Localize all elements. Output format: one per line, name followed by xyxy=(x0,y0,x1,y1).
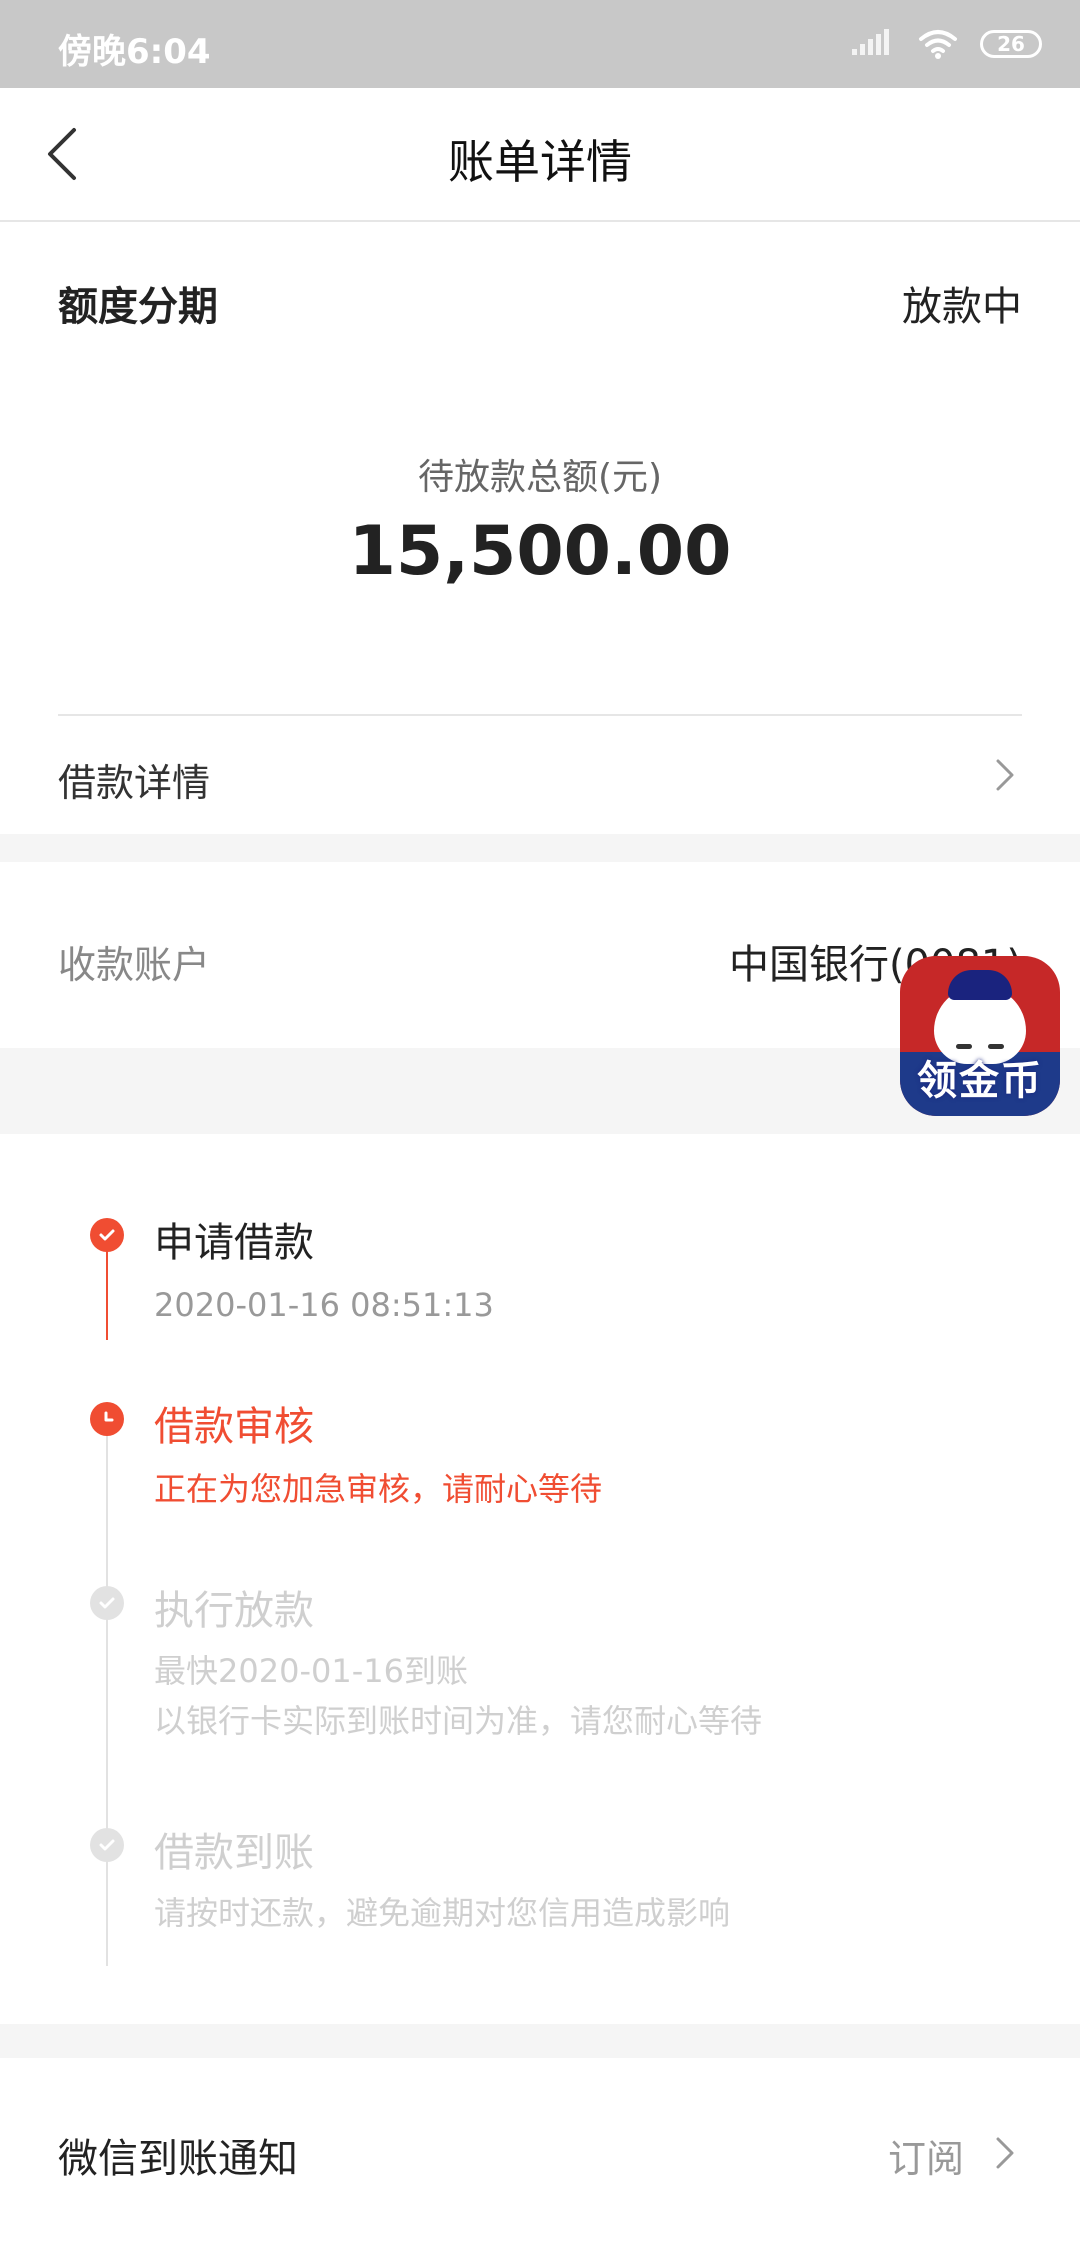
step-subtitle: 请按时还款，避免逾期对您信用造成影响 xyxy=(154,1894,731,1932)
coin-reward-badge[interactable]: 领金币 xyxy=(900,956,1060,1116)
account-label: 收款账户 xyxy=(58,943,211,987)
wechat-notify-label: 微信到账通知 xyxy=(58,2136,298,2182)
chevron-right-icon xyxy=(996,2137,1014,2169)
battery-icon: 26 xyxy=(980,30,1042,58)
chevron-right-icon xyxy=(996,759,1014,791)
badge-text: 领金币 xyxy=(917,1058,1043,1104)
loan-details-row[interactable]: 借款详情 xyxy=(0,716,1080,834)
check-icon xyxy=(90,1828,124,1862)
nav-bar: 账单详情 xyxy=(0,88,1080,222)
signal-icon xyxy=(852,29,889,55)
wifi-icon xyxy=(919,30,957,59)
subscribe-link[interactable]: 订阅 xyxy=(888,2128,964,2183)
status-icons: 26 xyxy=(852,26,1042,62)
status-bar: 傍晚6:04 26 xyxy=(0,0,1080,88)
wechat-notify-row[interactable]: 微信到账通知 订阅 xyxy=(0,2058,1080,2248)
loan-details-label: 借款详情 xyxy=(58,761,211,805)
amount-value: 15,500.00 xyxy=(348,512,732,591)
timeline-card: 申请借款 2020-01-16 08:51:13 借款审核 正在为您加急审核，请… xyxy=(0,1134,1080,2024)
step-subtitle: 最快2020-01-16到账 xyxy=(154,1652,468,1690)
step-title: 借款到账 xyxy=(154,1830,314,1876)
clock-icon xyxy=(90,1402,124,1436)
step-title: 借款审核 xyxy=(154,1404,314,1450)
check-icon xyxy=(90,1218,124,1252)
loan-status: 放款中 xyxy=(902,284,1022,330)
loan-type: 额度分期 xyxy=(58,284,218,330)
status-time: 傍晚6:04 xyxy=(58,32,211,72)
summary-card: 额度分期 放款中 待放款总额(元) 15,500.00 借款详情 xyxy=(0,222,1080,834)
battery-level: 26 xyxy=(997,32,1025,56)
cat-hat-icon xyxy=(948,970,1012,1000)
check-icon xyxy=(90,1586,124,1620)
page-title: 账单详情 xyxy=(448,135,632,189)
step-subtitle: 正在为您加急审核，请耐心等待 xyxy=(154,1470,603,1508)
timeline-line-pending xyxy=(106,1406,108,1966)
step-title: 申请借款 xyxy=(154,1220,314,1266)
step-subtitle: 2020-01-16 08:51:13 xyxy=(154,1286,494,1324)
step-title: 执行放款 xyxy=(154,1588,314,1634)
step-subtitle: 以银行卡实际到账时间为准，请您耐心等待 xyxy=(154,1702,763,1740)
amount-label: 待放款总额(元) xyxy=(417,457,663,498)
